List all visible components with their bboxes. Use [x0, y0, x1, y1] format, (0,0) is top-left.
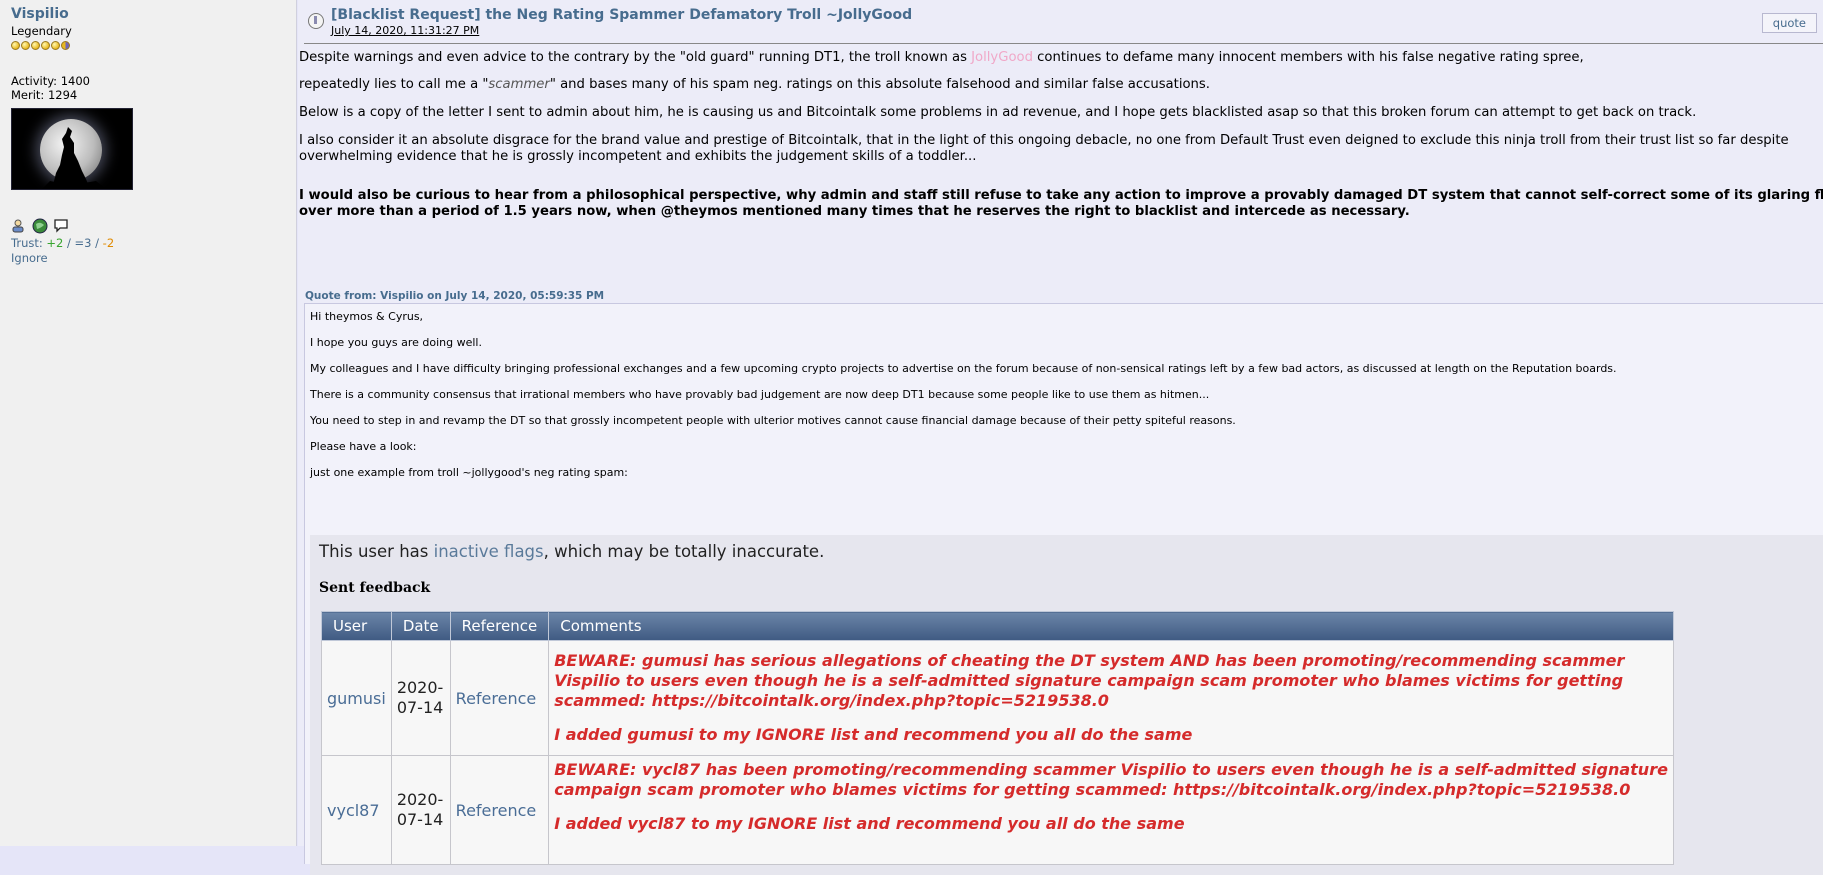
poster-stats: Activity: 1400 Merit: 1294 — [11, 74, 296, 102]
user-link[interactable]: vycl87 — [327, 801, 380, 820]
quote-button[interactable]: quote — [1761, 13, 1817, 33]
quote-line: Please have a look: — [310, 440, 417, 453]
trust-flags-panel: This user has inactive flags, which may … — [310, 535, 1823, 875]
post-paragraph: Below is a copy of the letter I sent to … — [299, 105, 1697, 120]
howling-wolf-icon — [42, 127, 106, 189]
comment-line: scammed: https://bitcointalk.org/index.p… — [554, 691, 1109, 710]
comment-line: BEWARE: gumusi has serious allegations o… — [554, 651, 1625, 670]
rank-star-half-icon — [61, 41, 70, 50]
comment-cell: BEWARE: vycl87 has been promoting/recomm… — [548, 755, 1674, 865]
poster-panel: Vispilio Legendary Activity: 1400 Merit:… — [0, 0, 297, 846]
bold-paragraph-line: I would also be curious to hear from a p… — [299, 188, 1823, 203]
column-header-date: Date — [390, 611, 451, 641]
inactive-flags-link[interactable]: inactive flags — [434, 542, 544, 561]
date-text: 07-14 — [396, 810, 444, 829]
post-area: [Blacklist Request] the Neg Rating Spamm… — [298, 0, 1823, 875]
date-cell: 2020- 07-14 — [390, 755, 451, 865]
quote-line: My colleagues and I have difficulty brin… — [310, 362, 1617, 375]
rank-star-icon — [11, 41, 20, 50]
quote-line: Hi theymos & Cyrus, — [310, 310, 424, 323]
post-title-link[interactable]: [Blacklist Request] the Neg Rating Spamm… — [331, 7, 912, 23]
quote-header-link[interactable]: Quote from: Vispilio on July 14, 2020, 0… — [305, 290, 604, 302]
post-text: repeatedly lies to call me a " — [299, 77, 489, 92]
user-link-jollygood[interactable]: JollyGood — [971, 50, 1033, 65]
reference-link[interactable]: Reference — [456, 801, 537, 820]
sent-feedback-heading: Sent feedback — [319, 580, 431, 596]
date-cell: 2020- 07-14 — [390, 640, 451, 756]
comment-line: campaign scam promoter who blames victim… — [554, 780, 1631, 799]
trust-label: Trust: — [11, 236, 47, 250]
rank-star-icon — [21, 41, 30, 50]
date-text: 2020- — [396, 678, 444, 697]
post-paragraph: repeatedly lies to call me a "scammer" a… — [299, 77, 1210, 93]
comment-line — [554, 711, 1668, 725]
reference-cell: Reference — [449, 640, 550, 756]
date-text: 2020- — [396, 790, 444, 809]
post-text: " and bases many of his spam neg. rating… — [549, 77, 1210, 92]
bold-paragraph-line: over more than a period of 1.5 years now… — [299, 204, 1410, 219]
user-link[interactable]: gumusi — [327, 689, 386, 708]
feedback-table: User Date Reference Comments gumusi 2020… — [321, 611, 1674, 865]
quote-line: You need to step in and revamp the DT so… — [310, 414, 1236, 427]
date-text: 07-14 — [396, 698, 444, 717]
avatar — [11, 108, 133, 190]
profile-badges — [11, 218, 296, 234]
flags-text: , which may be totally inaccurate. — [543, 542, 825, 561]
poster-name-link[interactable]: Vispilio — [11, 6, 296, 22]
quote-line: There is a community consensus that irra… — [310, 388, 1210, 401]
post-text: continues to defame many innocent member… — [1032, 50, 1584, 65]
profile-icon[interactable] — [11, 218, 27, 234]
comment-line: I added gumusi to my IGNORE list and rec… — [554, 725, 1193, 744]
trust-neutral: =3 — [74, 236, 92, 250]
comment-line: BEWARE: vycl87 has been promoting/recomm… — [554, 760, 1668, 779]
table-row: vycl87 2020- 07-14 Reference BEWARE: vycl… — [321, 755, 1674, 865]
trust-score: Trust: +2 / =3 / -2 — [11, 236, 296, 250]
merit-count: Merit: 1294 — [11, 88, 78, 102]
comment-line — [554, 800, 1668, 814]
table-header-row: User Date Reference Comments — [321, 611, 1674, 641]
column-header-reference: Reference — [449, 611, 550, 641]
post-text: Despite warnings and even advice to the … — [299, 50, 972, 65]
website-globe-icon[interactable] — [32, 218, 48, 234]
post-paragraph-line: I also consider it an absolute disgrace … — [299, 133, 1789, 148]
trust-separator: / — [63, 236, 75, 250]
flags-notice: This user has inactive flags, which may … — [319, 542, 824, 561]
post-header: [Blacklist Request] the Neg Rating Spamm… — [304, 7, 1823, 44]
comment-line: Vispilio to users even though he is a se… — [554, 671, 1624, 690]
reference-cell: Reference — [449, 755, 550, 865]
post-date[interactable]: July 14, 2020, 11:31:27 PM — [331, 24, 479, 37]
quote-line: I hope you guys are doing well. — [310, 336, 482, 349]
rank-star-icon — [51, 41, 60, 50]
message-bubble-icon[interactable] — [53, 218, 69, 234]
trust-positive: +2 — [46, 236, 64, 250]
trust-separator: / — [91, 236, 103, 250]
quote-line: just one example from troll ~jollygood's… — [310, 466, 628, 479]
post-paragraph-line: overwhelming evidence that he is grossly… — [299, 149, 977, 164]
post-icon — [308, 13, 324, 29]
rank-stars — [11, 41, 296, 50]
table-row: gumusi 2020- 07-14 Reference BEWARE: gumu… — [321, 640, 1674, 756]
comment-cell: BEWARE: gumusi has serious allegations o… — [548, 640, 1674, 756]
reference-link[interactable]: Reference — [456, 689, 537, 708]
column-header-user: User — [321, 611, 392, 641]
user-cell: gumusi — [321, 640, 392, 756]
flags-text: This user has — [319, 542, 434, 561]
column-header-comments: Comments — [548, 611, 1674, 641]
poster-rank: Legendary — [11, 24, 72, 38]
rank-star-icon — [31, 41, 40, 50]
comment-line: I added vycl87 to my IGNORE list and rec… — [554, 814, 1185, 833]
activity-count: Activity: 1400 — [11, 74, 90, 88]
user-cell: vycl87 — [321, 755, 392, 865]
rank-star-icon — [41, 41, 50, 50]
trust-negative: -2 — [102, 236, 115, 250]
post-paragraph: Despite warnings and even advice to the … — [299, 50, 1584, 66]
ignore-link[interactable]: Ignore — [11, 251, 296, 265]
quote-box: Hi theymos & Cyrus, I hope you guys are … — [304, 303, 1823, 875]
emphasis-text: scammer — [488, 77, 550, 92]
